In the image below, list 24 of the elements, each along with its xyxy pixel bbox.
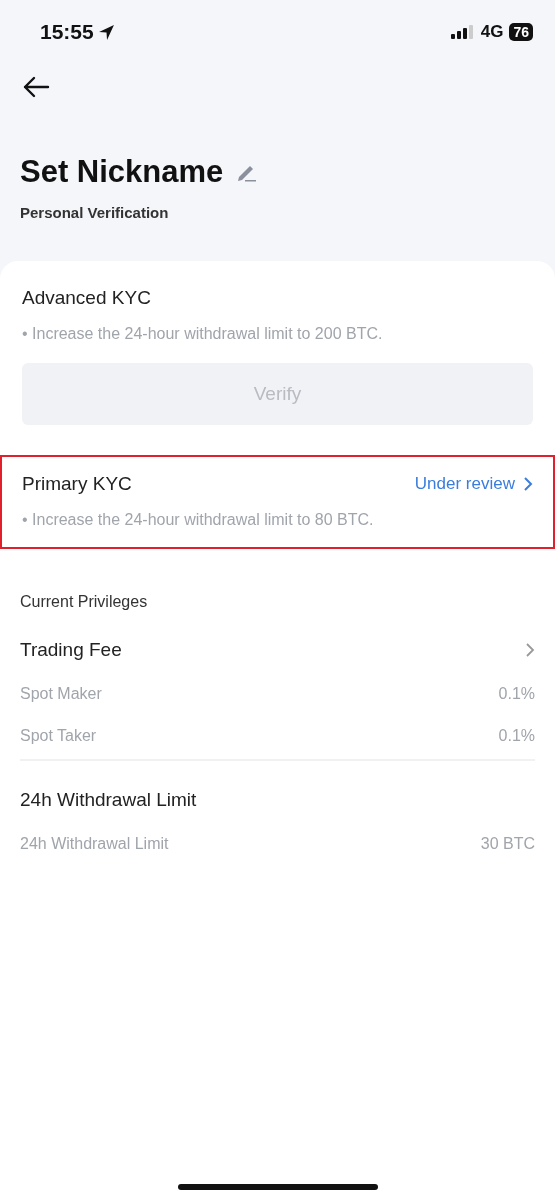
kyc-level-title: Primary KYC (22, 473, 132, 495)
privilege-title: 24h Withdrawal Limit (20, 789, 197, 811)
privilege-value: 30 BTC (480, 835, 535, 853)
privilege-label: 24h Withdrawal Limit (20, 835, 169, 853)
kyc-description: • Increase the 24-hour withdrawal limit to 80 BTC. (22, 511, 375, 529)
status-link[interactable]: Under review (414, 474, 533, 494)
battery-indicator: 76 (509, 23, 533, 41)
network-label: 4G (480, 22, 504, 42)
chevron-right-icon[interactable] (525, 642, 535, 658)
privilege-value: 0.1% (498, 727, 535, 745)
back-arrow-icon[interactable] (22, 76, 50, 98)
kyc-description: • Increase the 24-hour withdrawal limit to 200 BTC. (22, 325, 384, 343)
page-title: Set Nickname (20, 154, 224, 190)
kyc-level-title: Advanced KYC (22, 287, 151, 309)
privilege-label: Spot Taker (20, 727, 97, 745)
status-time: 15:55 (40, 20, 94, 44)
signal-icon (450, 25, 475, 39)
section-heading: Current Privileges (19, 592, 149, 611)
privilege-value: 0.1% (498, 685, 535, 703)
page-subtitle: Personal Verification (20, 204, 170, 221)
location-arrow-icon (97, 23, 115, 41)
privilege-label: Spot Maker (20, 685, 102, 703)
privilege-title: Trading Fee (20, 639, 122, 661)
chevron-right-icon[interactable] (523, 476, 533, 492)
